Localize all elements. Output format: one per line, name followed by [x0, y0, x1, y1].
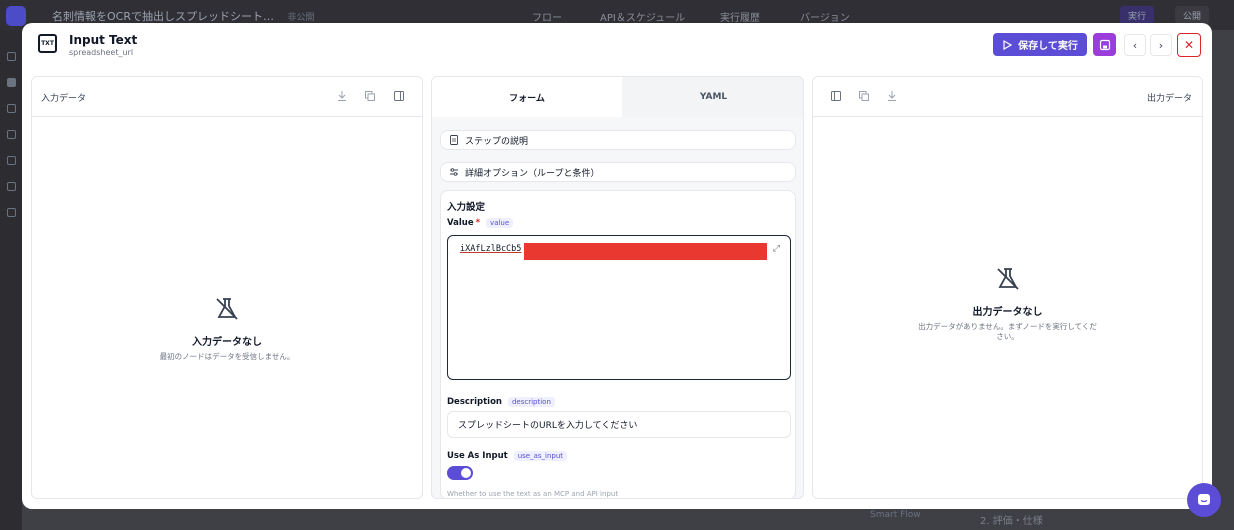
output-empty-description-line2: さい。: [996, 332, 1019, 341]
download-icon[interactable]: [336, 90, 348, 102]
collapse-panel-icon[interactable]: [830, 90, 842, 102]
value-key-tag: value: [486, 218, 514, 228]
background-tab-api: API＆スケジュール: [600, 13, 686, 24]
input-settings-title: 入力設定: [447, 202, 486, 213]
doc-title-text: 名刺情報をOCRで抽出しスプレッドシート…: [52, 10, 274, 23]
redacted-value-block: [524, 243, 767, 260]
flask-off-icon: [216, 298, 238, 320]
toggle-knob: [461, 468, 471, 478]
chevron-left-icon: ‹: [1132, 38, 1138, 52]
node-subtitle: spreadsheet_url: [69, 48, 134, 57]
background-sidebar: [0, 30, 22, 530]
input-settings-card: 入力設定 Value * value iXAfLzlBcCb5 ⤢ Descript…: [440, 190, 796, 498]
modal-header: TXT Input Text spreadsheet_url 保存して実行 ‹ …: [22, 23, 1212, 69]
flow-icon: [7, 78, 16, 87]
background-publish-button: 公開: [1175, 6, 1210, 24]
save-and-run-label: 保存して実行: [1018, 41, 1078, 52]
value-text: iXAfLzlBcCb5: [460, 244, 522, 254]
output-panel-header: 出力データ: [813, 77, 1202, 117]
node-title: Input Text: [69, 33, 138, 47]
background-footer-step: 2. 評価・仕様: [980, 516, 1043, 527]
value-field-label: Value * value: [447, 218, 514, 228]
chat-support-button[interactable]: [1187, 483, 1221, 517]
visibility-badge: 非公開: [287, 13, 315, 23]
input-empty-state: 入力データなし 最初のノードはデータを受信しません。: [32, 295, 422, 362]
home-icon: [7, 52, 16, 61]
document-icon: [450, 135, 458, 145]
background-doc-title: 名刺情報をOCRで抽出しスプレッドシート… 非公開: [52, 8, 315, 24]
tab-yaml[interactable]: YAML: [622, 77, 803, 117]
use-as-input-label-text: Use As Input: [447, 451, 508, 461]
node-text-icon: TXT: [38, 34, 57, 53]
save-icon: [1099, 39, 1110, 50]
use-as-input-label: Use As Input use_as_input: [447, 451, 568, 461]
apps-icon: [7, 104, 16, 113]
node-editor-modal: TXT Input Text spreadsheet_url 保存して実行 ‹ …: [22, 23, 1212, 509]
required-marker: *: [475, 218, 481, 228]
input-empty-title: 入力データなし: [192, 337, 262, 348]
save-button[interactable]: [1093, 33, 1116, 56]
description-field-label: Description description: [447, 397, 555, 407]
input-empty-description: 最初のノードはデータを受信しません。: [159, 352, 295, 361]
close-button[interactable]: ✕: [1177, 33, 1201, 57]
output-empty-state: 出力データなし 出力データがありません。まずノードを実行してくだ さい。: [813, 265, 1202, 342]
output-empty-title: 出力データなし: [972, 307, 1043, 318]
description-key-tag: description: [507, 397, 555, 407]
value-label-text: Value: [447, 218, 474, 228]
play-icon: [1003, 39, 1013, 50]
description-label-text: Description: [447, 397, 502, 407]
use-as-input-toggle[interactable]: [447, 466, 473, 480]
background-tab-history: 実行履歴: [720, 13, 760, 24]
description-input[interactable]: スプレッドシートのURLを入力してください: [447, 411, 791, 438]
output-panel-title: 出力データ: [1146, 94, 1192, 104]
use-as-input-hint: Whether to use the text as an MCP and AP…: [447, 490, 619, 498]
advanced-options-label: 詳細オプション（ループと条件）: [465, 168, 600, 179]
background-run-button: 実行: [1120, 6, 1155, 24]
flask-off-icon: [996, 268, 1019, 290]
step-description-accordion[interactable]: ステップの説明: [440, 130, 796, 150]
background-footer-text: Smart Flow: [870, 510, 921, 520]
expand-icon[interactable]: ⤢: [773, 244, 780, 254]
copy-icon[interactable]: [858, 90, 870, 102]
next-node-button[interactable]: ›: [1150, 34, 1172, 56]
key-icon: [7, 182, 16, 191]
step-description-label: ステップの説明: [465, 136, 529, 147]
use-as-input-key-tag: use_as_input: [513, 451, 568, 461]
output-empty-description-line1: 出力データがありません。まずノードを実行してくだ: [918, 322, 1097, 331]
chat-icon: [1198, 494, 1210, 505]
collapse-panel-icon[interactable]: [393, 90, 405, 102]
background-tab-flow: フロー: [532, 13, 562, 24]
download-icon[interactable]: [886, 90, 898, 102]
cloud-icon: [7, 130, 16, 139]
output-data-panel: 出力データ 出力データなし 出力データがありません。まずノードを実行してくだ さ…: [812, 76, 1203, 499]
advanced-options-accordion[interactable]: 詳細オプション（ループと条件）: [440, 162, 796, 182]
value-textarea[interactable]: iXAfLzlBcCb5 ⤢: [447, 235, 791, 380]
input-data-panel: 入力データ 入力データなし 最初のノードはデータを受信しません。: [31, 76, 423, 499]
input-panel-header: 入力データ: [32, 77, 422, 117]
sliders-icon: [450, 168, 458, 176]
output-empty-description: 出力データがありません。まずノードを実行してくだ さい。: [813, 322, 1202, 342]
database-icon: [7, 156, 16, 165]
close-icon: ✕: [1183, 38, 1195, 52]
copy-icon[interactable]: [364, 90, 376, 102]
settings-icon: [7, 208, 16, 217]
input-panel-title: 入力データ: [41, 94, 87, 104]
form-panel: フォーム YAML ステップの説明 詳細オプション（ループと条件） 入力設定 V…: [431, 76, 804, 499]
background-tab-version: バージョン: [800, 13, 850, 24]
previous-node-button[interactable]: ‹: [1124, 34, 1146, 56]
save-and-run-button[interactable]: 保存して実行: [993, 33, 1087, 56]
chevron-right-icon: ›: [1158, 38, 1164, 52]
tab-form[interactable]: フォーム: [432, 77, 622, 117]
